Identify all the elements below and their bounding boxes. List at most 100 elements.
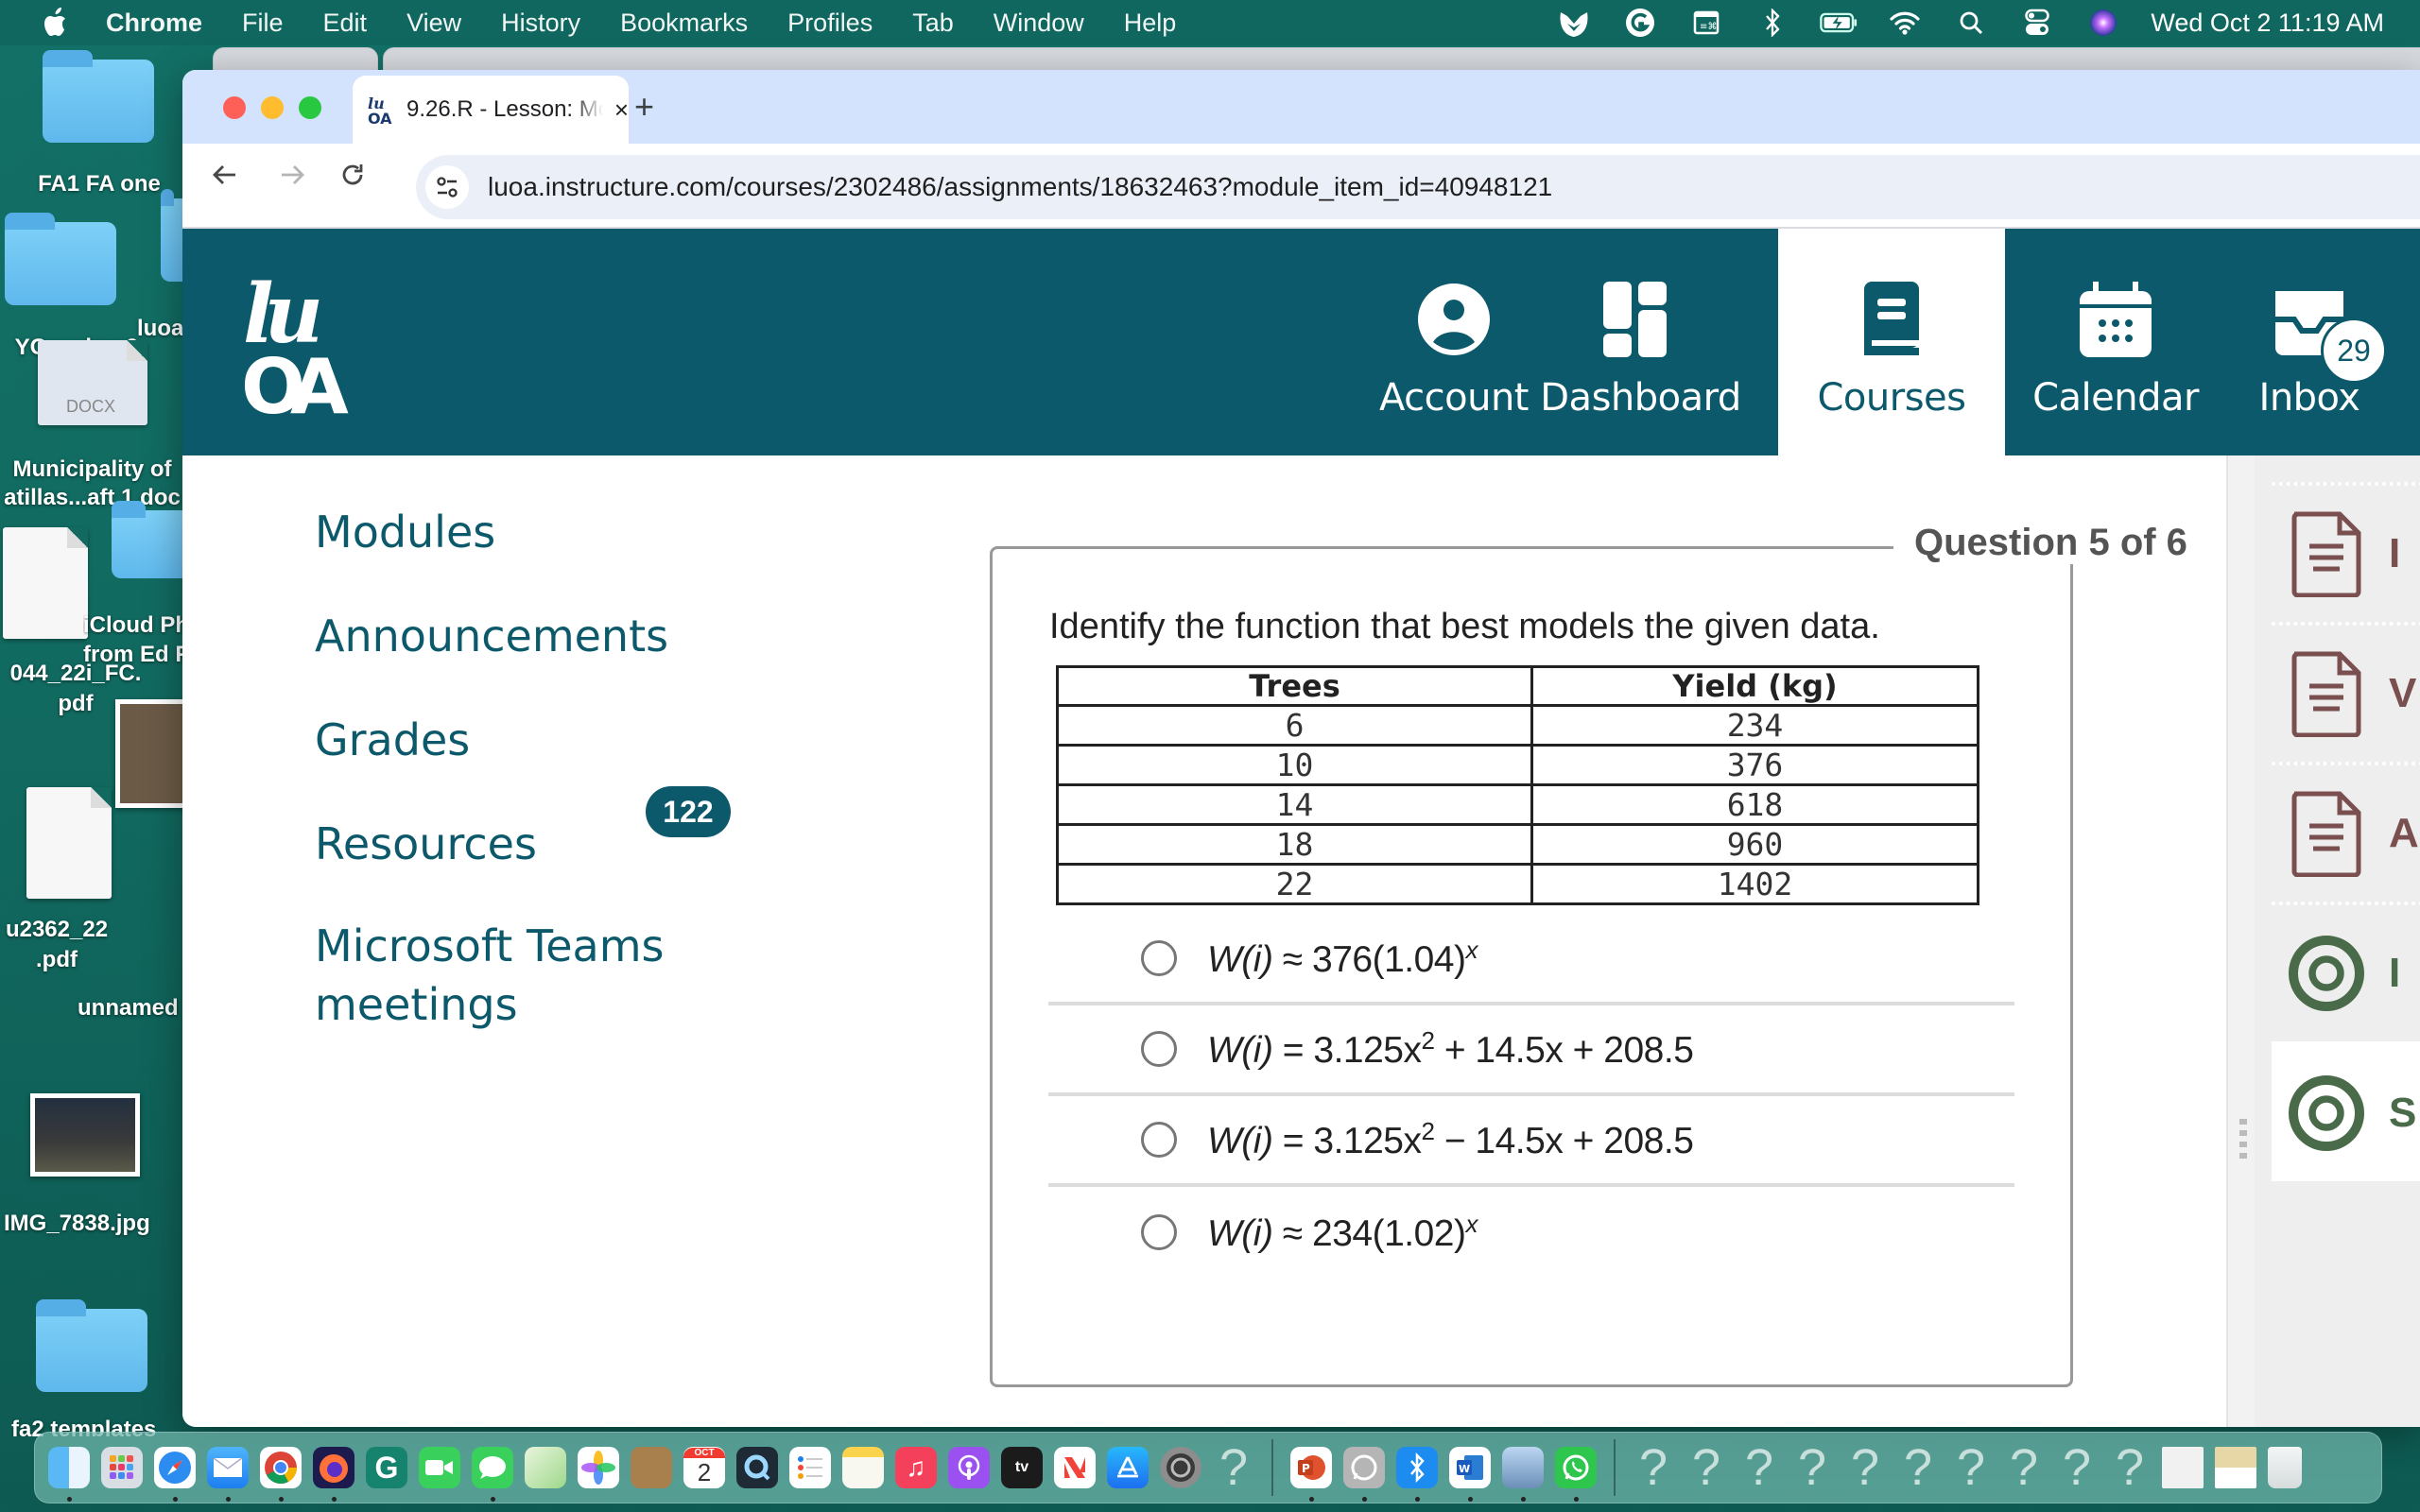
dock-missing-app-icon[interactable]: ? <box>1633 1439 1674 1496</box>
dock-system-settings[interactable] <box>1160 1447 1201 1488</box>
dock-news[interactable] <box>1054 1447 1096 1488</box>
course-nav-grades[interactable]: Grades <box>315 711 470 769</box>
radio-button[interactable] <box>1141 1122 1177 1158</box>
menu-view[interactable]: View <box>406 9 461 38</box>
dock-whatsapp[interactable] <box>1555 1447 1597 1502</box>
bluetooth-icon[interactable] <box>1754 7 1791 39</box>
answer-option-d[interactable]: W(i) ≈ 234(1.02)x <box>1048 1187 2014 1278</box>
desktop-item-label[interactable]: unnamed <box>78 994 179 1022</box>
desktop-item-label[interactable]: u2362_22 .pdf <box>0 915 113 975</box>
desktop-item-label[interactable]: IMG_7838.jpg <box>4 1210 150 1238</box>
desktop-item-label[interactable]: FA1 FA one <box>28 170 170 198</box>
dock-missing-app-icon[interactable]: ? <box>1213 1439 1254 1496</box>
course-nav-announcements[interactable]: Announcements <box>315 607 668 665</box>
keyboard-shortcut-icon[interactable]: ≡⌘ <box>1687 7 1725 39</box>
global-nav-account[interactable]: Account <box>1364 229 1544 455</box>
global-nav-courses[interactable]: Courses <box>1778 229 2005 455</box>
dock-missing-app-icon[interactable]: ? <box>1950 1439 1992 1496</box>
reload-button[interactable] <box>334 161 372 198</box>
trash-icon[interactable] <box>2268 1447 2302 1488</box>
module-item[interactable]: V <box>2272 622 2420 762</box>
dock-mail[interactable] <box>207 1447 249 1502</box>
dock-calendar[interactable]: OCT 2 <box>683 1447 725 1488</box>
desktop-folder-icon[interactable] <box>112 501 187 578</box>
dock-app-store[interactable] <box>1107 1447 1149 1488</box>
grammarly-icon[interactable] <box>1621 7 1659 39</box>
resize-handle[interactable] <box>2239 1119 2247 1164</box>
menu-history[interactable]: History <box>501 9 580 38</box>
dock-chrome[interactable] <box>260 1447 302 1502</box>
dock-missing-app-icon[interactable]: ? <box>2003 1439 2045 1496</box>
answer-option-a[interactable]: W(i) ≈ 376(1.04)x <box>1048 915 2014 1005</box>
menu-help[interactable]: Help <box>1124 9 1177 38</box>
dock-finder[interactable] <box>48 1447 90 1502</box>
menu-profiles[interactable]: Profiles <box>787 9 873 38</box>
module-item[interactable]: A <box>2272 762 2420 902</box>
global-nav-inbox[interactable]: 29 Inbox <box>2229 229 2390 455</box>
control-center-icon[interactable] <box>2018 7 2056 39</box>
dock-music[interactable]: ♫ <box>895 1447 937 1488</box>
forward-button[interactable] <box>273 161 311 198</box>
fullscreen-window-button[interactable] <box>299 96 321 119</box>
answer-option-c[interactable]: W(i) = 3.125x2 − 14.5x + 208.5 <box>1048 1096 2014 1187</box>
dock-launchpad[interactable] <box>101 1447 143 1488</box>
battery-charging-icon[interactable] <box>1820 7 1858 39</box>
module-item-current[interactable]: S <box>2272 1041 2420 1181</box>
desktop-folder-icon[interactable] <box>43 50 154 143</box>
dock-podcasts[interactable] <box>948 1447 990 1488</box>
dock-notes[interactable] <box>842 1447 884 1488</box>
docx-file-icon[interactable]: DOCX <box>38 340 147 425</box>
module-item[interactable]: I <box>2272 482 2420 622</box>
desktop-folder-icon[interactable] <box>5 213 116 305</box>
dock-recent-document-thumbnail[interactable] <box>2162 1447 2204 1488</box>
image-file-icon[interactable] <box>115 699 189 808</box>
pdf-file-icon[interactable] <box>26 787 112 899</box>
site-info-tune-icon[interactable] <box>425 165 469 209</box>
malwarebytes-icon[interactable] <box>1555 7 1593 39</box>
dock-reminders[interactable] <box>789 1447 831 1488</box>
module-item[interactable]: I <box>2272 902 2420 1041</box>
apple-menu-icon[interactable] <box>40 8 74 38</box>
image-file-icon[interactable] <box>30 1093 140 1177</box>
global-nav-dashboard[interactable]: Dashboard <box>1540 229 1741 455</box>
menu-file[interactable]: File <box>242 9 284 38</box>
menu-bar-clock[interactable]: Wed Oct 2 11:19 AM <box>2151 9 2384 38</box>
course-nav-modules[interactable]: Modules <box>315 503 495 561</box>
course-nav-resources[interactable]: Resources <box>315 815 537 873</box>
dock-word[interactable]: W <box>1449 1447 1491 1502</box>
luoa-logo[interactable]: lu OA <box>241 266 364 431</box>
dock-maps[interactable] <box>525 1447 566 1488</box>
siri-icon[interactable] <box>2084 7 2122 39</box>
radio-button[interactable] <box>1141 1031 1177 1067</box>
menu-edit[interactable]: Edit <box>323 9 368 38</box>
menu-bookmarks[interactable]: Bookmarks <box>620 9 748 38</box>
address-bar[interactable]: luoa.instructure.com/courses/2302486/ass… <box>416 155 2420 219</box>
tab-active[interactable]: luOA 9.26.R - Lesson: Modeling Re × <box>353 76 629 144</box>
radio-button[interactable] <box>1141 940 1177 976</box>
close-window-button[interactable] <box>223 96 246 119</box>
dock-bluetooth-file-exchange[interactable] <box>1396 1447 1438 1502</box>
spotlight-search-icon[interactable] <box>1952 7 1990 39</box>
dock-quicktime[interactable] <box>736 1447 778 1488</box>
dock-powerpoint[interactable]: P <box>1290 1447 1332 1502</box>
dock-firefox[interactable] <box>313 1447 354 1502</box>
url-text[interactable]: luoa.instructure.com/courses/2302486/ass… <box>488 172 1552 202</box>
dock-preview[interactable] <box>1502 1447 1544 1502</box>
dock-missing-app-icon[interactable]: ? <box>1844 1439 1886 1496</box>
dock-facetime[interactable] <box>419 1447 460 1488</box>
dock-grammarly[interactable]: G <box>366 1447 407 1488</box>
dock-recent-document-thumbnail[interactable] <box>2215 1447 2256 1488</box>
desktop-item-label[interactable]: Municipality of atillas...aft 1.doc <box>0 455 184 512</box>
dock-missing-app-icon[interactable]: ? <box>1897 1439 1939 1496</box>
new-tab-button[interactable]: + <box>634 87 654 127</box>
menu-tab[interactable]: Tab <box>912 9 954 38</box>
menu-window[interactable]: Window <box>994 9 1084 38</box>
tab-close-icon[interactable]: × <box>614 95 629 125</box>
radio-button[interactable] <box>1141 1214 1177 1250</box>
global-nav-calendar[interactable]: Calendar <box>2012 229 2220 455</box>
dock-missing-app-icon[interactable]: ? <box>1685 1439 1727 1496</box>
menu-app-name[interactable]: Chrome <box>106 9 202 38</box>
dock-missing-app-icon[interactable]: ? <box>1791 1439 1833 1496</box>
dock-tv[interactable]: tv <box>1001 1447 1043 1488</box>
dock-safari[interactable] <box>154 1447 196 1502</box>
